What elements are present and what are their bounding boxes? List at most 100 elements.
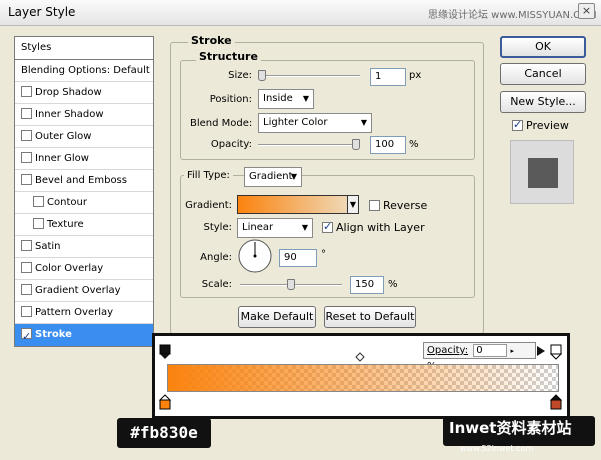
stop-opacity-label: Opacity:: [427, 345, 469, 356]
align-with-layer-checkbox[interactable]: [322, 220, 333, 233]
scale-input[interactable]: 150: [350, 276, 384, 294]
gradient-swatch[interactable]: [237, 195, 357, 214]
blend-mode-select[interactable]: Lighter Color ▼: [258, 113, 372, 133]
gradient-label: Gradient:: [185, 200, 232, 211]
opacity-stop-right-icon[interactable]: [550, 344, 562, 360]
style-item-bevel-emboss[interactable]: Bevel and Emboss: [15, 170, 153, 192]
chevron-right-icon[interactable]: ▸: [510, 344, 522, 359]
drop-shadow-checkbox[interactable]: [21, 86, 32, 97]
watermark-text: 思缘设计论坛 www.MISSYUAN.COM: [428, 10, 597, 21]
chevron-down-icon: ▼: [302, 94, 309, 103]
midpoint-diamond-icon[interactable]: [355, 352, 365, 362]
styles-header[interactable]: Styles: [15, 37, 153, 60]
outer-glow-checkbox[interactable]: [21, 130, 32, 141]
opacity-stop-panel: Opacity: 0 ▸ %: [423, 342, 536, 372]
gradient-overlay-checkbox[interactable]: [21, 284, 32, 295]
inner-shadow-checkbox[interactable]: [21, 108, 32, 119]
reverse-label: Reverse: [383, 199, 428, 212]
preview-square: [528, 158, 558, 188]
opacity-stop-left-icon[interactable]: [159, 344, 171, 360]
contour-checkbox[interactable]: [33, 196, 44, 207]
size-slider-track[interactable]: [258, 75, 360, 77]
chevron-down-icon: ▼: [360, 118, 367, 127]
color-overlay-checkbox[interactable]: [21, 262, 32, 273]
stop-opacity-input[interactable]: 0: [473, 344, 508, 357]
style-item-stroke[interactable]: Stroke: [15, 324, 153, 347]
angle-input[interactable]: 90: [279, 249, 317, 267]
style-item-gradient-overlay[interactable]: Gradient Overlay: [15, 280, 153, 302]
gradient-style-select[interactable]: Linear ▼: [237, 218, 313, 238]
position-label: Position:: [209, 94, 252, 105]
gradient-style-value: Linear: [242, 222, 274, 233]
opacity-slider-track[interactable]: [258, 144, 360, 146]
styles-list: Styles Blending Options: Default Drop Sh…: [14, 36, 154, 347]
new-style-button[interactable]: New Style...: [500, 91, 586, 113]
chevron-down-icon[interactable]: ▼: [347, 195, 359, 214]
style-item-label: Inner Glow: [35, 153, 89, 164]
stroke-group-title: Stroke: [188, 34, 235, 47]
title-bar: Layer Style 思缘设计论坛 www.MISSYUAN.COM ×: [0, 0, 601, 26]
style-item-outer-glow[interactable]: Outer Glow: [15, 126, 153, 148]
opacity-slider-thumb[interactable]: [352, 139, 360, 150]
style-item-label: Outer Glow: [35, 131, 92, 142]
align-with-layer-label: Align with Layer: [336, 221, 425, 234]
style-item-label: Drop Shadow: [35, 87, 102, 98]
gradient-preview-strip[interactable]: [167, 364, 559, 392]
site-logo: Inwet资料素材站: [443, 416, 595, 446]
style-item-drop-shadow[interactable]: Drop Shadow: [15, 82, 153, 104]
logo-url: www.52inwet.com: [460, 444, 534, 453]
style-item-label: Pattern Overlay: [35, 307, 114, 318]
scale-slider-thumb[interactable]: [287, 279, 295, 290]
style-item-label: Contour: [47, 197, 87, 208]
reverse-option[interactable]: Reverse: [369, 199, 427, 212]
style-item-label: Gradient Overlay: [35, 285, 121, 296]
opacity-unit: %: [409, 139, 419, 150]
ok-button[interactable]: OK: [500, 36, 586, 58]
close-button[interactable]: ×: [578, 3, 595, 19]
style-item-texture[interactable]: Texture: [15, 214, 153, 236]
style-item-label: Texture: [47, 219, 84, 230]
opacity-input[interactable]: 100: [370, 136, 406, 154]
preview-checkbox[interactable]: [512, 118, 523, 131]
satin-checkbox[interactable]: [21, 240, 32, 251]
reset-default-button[interactable]: Reset to Default: [324, 306, 416, 328]
styles-header-label: Styles: [21, 42, 52, 53]
structure-group-title: Structure: [196, 50, 261, 63]
gradient-editor-bar: Opacity: 0 ▸ %: [152, 333, 570, 419]
reverse-checkbox[interactable]: [369, 200, 380, 211]
position-select[interactable]: Inside ▼: [258, 89, 314, 109]
style-item-blending-options[interactable]: Blending Options: Default: [15, 60, 153, 82]
scale-label: Scale:: [201, 279, 232, 290]
pattern-overlay-checkbox[interactable]: [21, 306, 32, 317]
style-item-inner-glow[interactable]: Inner Glow: [15, 148, 153, 170]
fill-type-value: Gradient: [249, 171, 293, 182]
inner-glow-checkbox[interactable]: [21, 152, 32, 163]
style-item-color-overlay[interactable]: Color Overlay: [15, 258, 153, 280]
color-stop-right-icon[interactable]: [550, 394, 562, 410]
logo-text: Inwet资料素材站: [449, 419, 572, 437]
style-item-label: Stroke: [35, 329, 72, 340]
preview-thumbnail: [510, 140, 574, 204]
size-input[interactable]: 1: [370, 68, 406, 86]
cancel-button[interactable]: Cancel: [500, 63, 586, 85]
style-item-pattern-overlay[interactable]: Pattern Overlay: [15, 302, 153, 324]
align-with-layer-option[interactable]: Align with Layer: [322, 220, 425, 234]
opacity-label: Opacity:: [210, 139, 252, 150]
style-item-contour[interactable]: Contour: [15, 192, 153, 214]
position-value: Inside: [263, 93, 293, 104]
angle-dial[interactable]: [237, 238, 273, 274]
fill-type-select[interactable]: Gradient ▼: [244, 167, 302, 187]
angle-label: Angle:: [200, 252, 232, 263]
size-slider-thumb[interactable]: [258, 70, 266, 81]
style-item-inner-shadow[interactable]: Inner Shadow: [15, 104, 153, 126]
preview-option[interactable]: Preview: [512, 118, 569, 132]
chevron-down-icon: ▼: [301, 223, 308, 232]
make-default-button[interactable]: Make Default: [238, 306, 316, 328]
size-unit: px: [409, 70, 422, 81]
texture-checkbox[interactable]: [33, 218, 44, 229]
chevron-down-icon: ▼: [290, 172, 297, 181]
color-stop-left-icon[interactable]: [159, 394, 171, 410]
style-item-satin[interactable]: Satin: [15, 236, 153, 258]
bevel-emboss-checkbox[interactable]: [21, 174, 32, 185]
stroke-checkbox[interactable]: [21, 326, 32, 347]
